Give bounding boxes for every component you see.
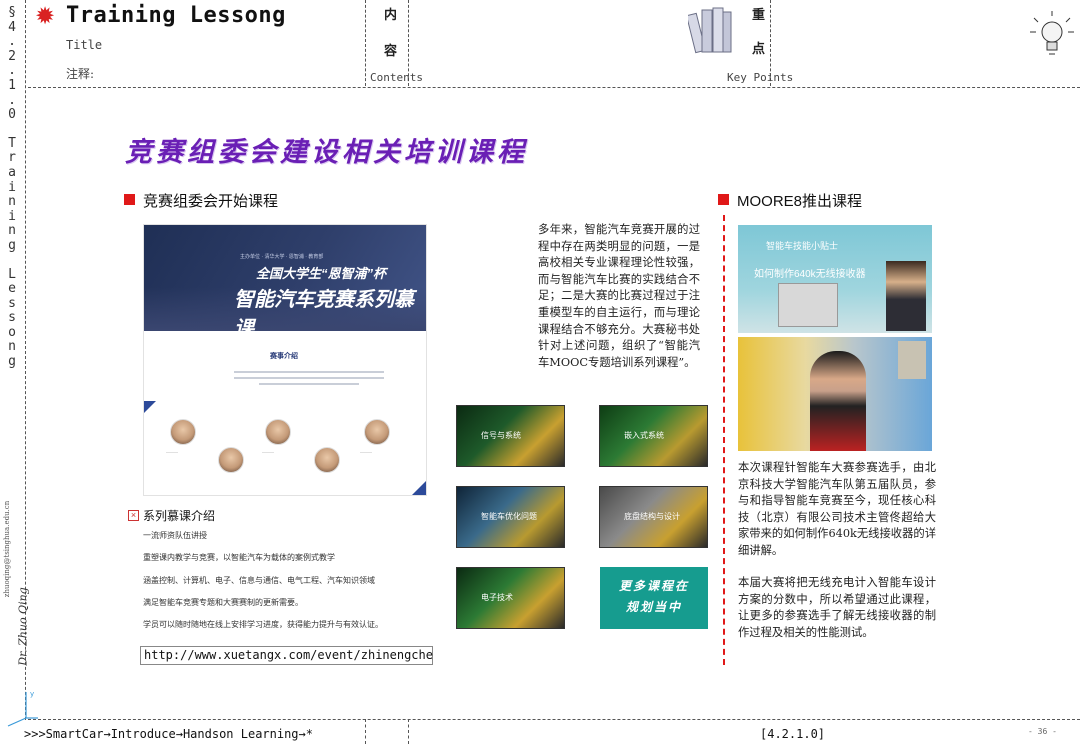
series-line: 满足智能车竞赛专题和大赛赛制的更新需要。 — [143, 598, 303, 607]
books-icon — [685, 4, 734, 56]
keypoints-char-1: 重 — [752, 8, 766, 23]
checkbox-x-icon: × — [128, 510, 139, 521]
series-intro-heading: 系列慕课介绍 — [143, 509, 216, 523]
course-thumbnail[interactable]: 智能车优化问题 — [456, 486, 565, 548]
axis-icon: y — [4, 688, 40, 728]
right-section-marker — [718, 194, 729, 205]
breadcrumb: >>>SmartCar→Introduce→Handson Learning→* — [24, 727, 313, 741]
header-divider-1 — [365, 0, 366, 86]
intro-paragraph: 多年来，智能汽车竞赛开展的过程中存在两类明显的问题，一是高校相关专业课程理论性较… — [538, 223, 700, 369]
poster-headline-2: 智能汽车竞赛系列慕课 — [234, 289, 414, 340]
vertical-section-label: § 4. 2. 1. 0 Tr a i n i n g Le s s o n g — [8, 5, 16, 370]
course-purpose-paragraph: 本届大赛将把无线充电计入智能车设计方案的分数中，所以希望通过此课程，让更多的参赛… — [738, 576, 936, 639]
footer-divider-2 — [408, 719, 409, 744]
author-email: zhuoqing@tsinghua.edu.cn — [3, 500, 11, 598]
keypoints-label: Key Points — [727, 71, 794, 84]
right-section-heading: MOORE8推出课程 — [737, 193, 863, 210]
instructor-photo — [170, 419, 196, 445]
poster-headline-1: 全国大学生“恩智浦”杯 — [256, 266, 387, 281]
column-divider — [723, 215, 725, 665]
video-lecture-frame[interactable] — [738, 337, 932, 451]
course-thumbnail[interactable]: 嵌入式系统 — [599, 405, 708, 467]
title-label: Title — [66, 38, 103, 52]
footer-top-rule — [28, 719, 1080, 720]
instructor-photo — [218, 447, 244, 473]
author-name: Dr. Zhuo Qing — [16, 587, 30, 666]
gear-logo-icon: ✹ — [35, 2, 56, 30]
series-line: 学员可以随时随地在线上安排学习进度，获得能力提升与有效认证。 — [143, 620, 383, 629]
video-title-frame[interactable]: 智能车技能小贴士 如何制作640k无线接收器 — [738, 225, 932, 333]
page-title: Training Lessong — [66, 3, 286, 28]
svg-text:y: y — [30, 690, 34, 698]
note-label: 注释: — [66, 67, 95, 81]
left-section-heading: 竞赛组委会开始课程 — [143, 193, 279, 210]
course-url-link[interactable]: http://www.xuetangx.com/event/zhinengche — [140, 646, 433, 665]
contents-label: Contents — [370, 71, 423, 84]
section-number: [4.2.1.0] — [760, 727, 826, 741]
course-thumbnail[interactable]: 电子技术 — [456, 567, 565, 629]
header-bottom-rule — [28, 87, 1080, 88]
more-courses-panel: 更多课程在 规划当中 — [600, 567, 708, 629]
instructor-photo — [314, 447, 340, 473]
mooc-poster-image: 主办单位 · 清华大学 · 恩智浦 · 教育部 全国大学生“恩智浦”杯 智能汽车… — [143, 224, 427, 496]
series-line: 重塑课内教学与竞赛，以智能汽车为载体的案例式教学 — [143, 553, 335, 562]
series-line: 涵盖控制、计算机、电子、信息与通信、电气工程、汽车知识领域 — [143, 576, 375, 585]
keypoints-char-2: 点 — [752, 42, 766, 57]
slide-title: 竞赛组委会建设相关培训课程 — [125, 137, 528, 168]
course-description-paragraph: 本次课程针智能车大赛参赛选手，由北京科技大学智能汽车队第五届队员，参与和指导智能… — [738, 461, 936, 557]
left-section-marker — [124, 194, 135, 205]
series-line: 一流师资队伍讲授 — [143, 531, 207, 540]
course-thumbnail[interactable]: 信号与系统 — [456, 405, 565, 467]
lightbulb-icon — [1028, 10, 1076, 66]
instructor-photo — [265, 419, 291, 445]
page-number: - 36 - — [1028, 727, 1057, 736]
poster-intro-label: 赛事介绍 — [270, 353, 298, 360]
contents-char-1: 内 — [384, 8, 398, 23]
course-thumbnail[interactable]: 底盘结构与设计 — [599, 486, 708, 548]
footer-divider-1 — [365, 719, 366, 744]
instructor-photo — [364, 419, 390, 445]
contents-char-2: 容 — [384, 44, 398, 59]
